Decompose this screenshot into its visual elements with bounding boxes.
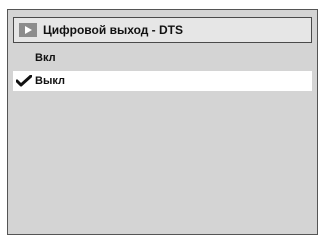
- checkmark-icon: [13, 71, 35, 91]
- option-off[interactable]: Выкл: [13, 71, 312, 91]
- check-placeholder: [13, 48, 35, 68]
- option-on[interactable]: Вкл: [13, 48, 312, 68]
- menu-title: Цифровой выход - DTS: [43, 23, 184, 37]
- menu-title-bar: Цифровой выход - DTS: [13, 17, 312, 43]
- option-on-label: Вкл: [35, 52, 56, 64]
- option-off-label: Выкл: [35, 75, 65, 87]
- play-arrow-icon: [19, 23, 37, 37]
- osd-menu-panel: Цифровой выход - DTS Вкл Выкл: [7, 9, 318, 235]
- option-list: Вкл Выкл: [13, 48, 312, 94]
